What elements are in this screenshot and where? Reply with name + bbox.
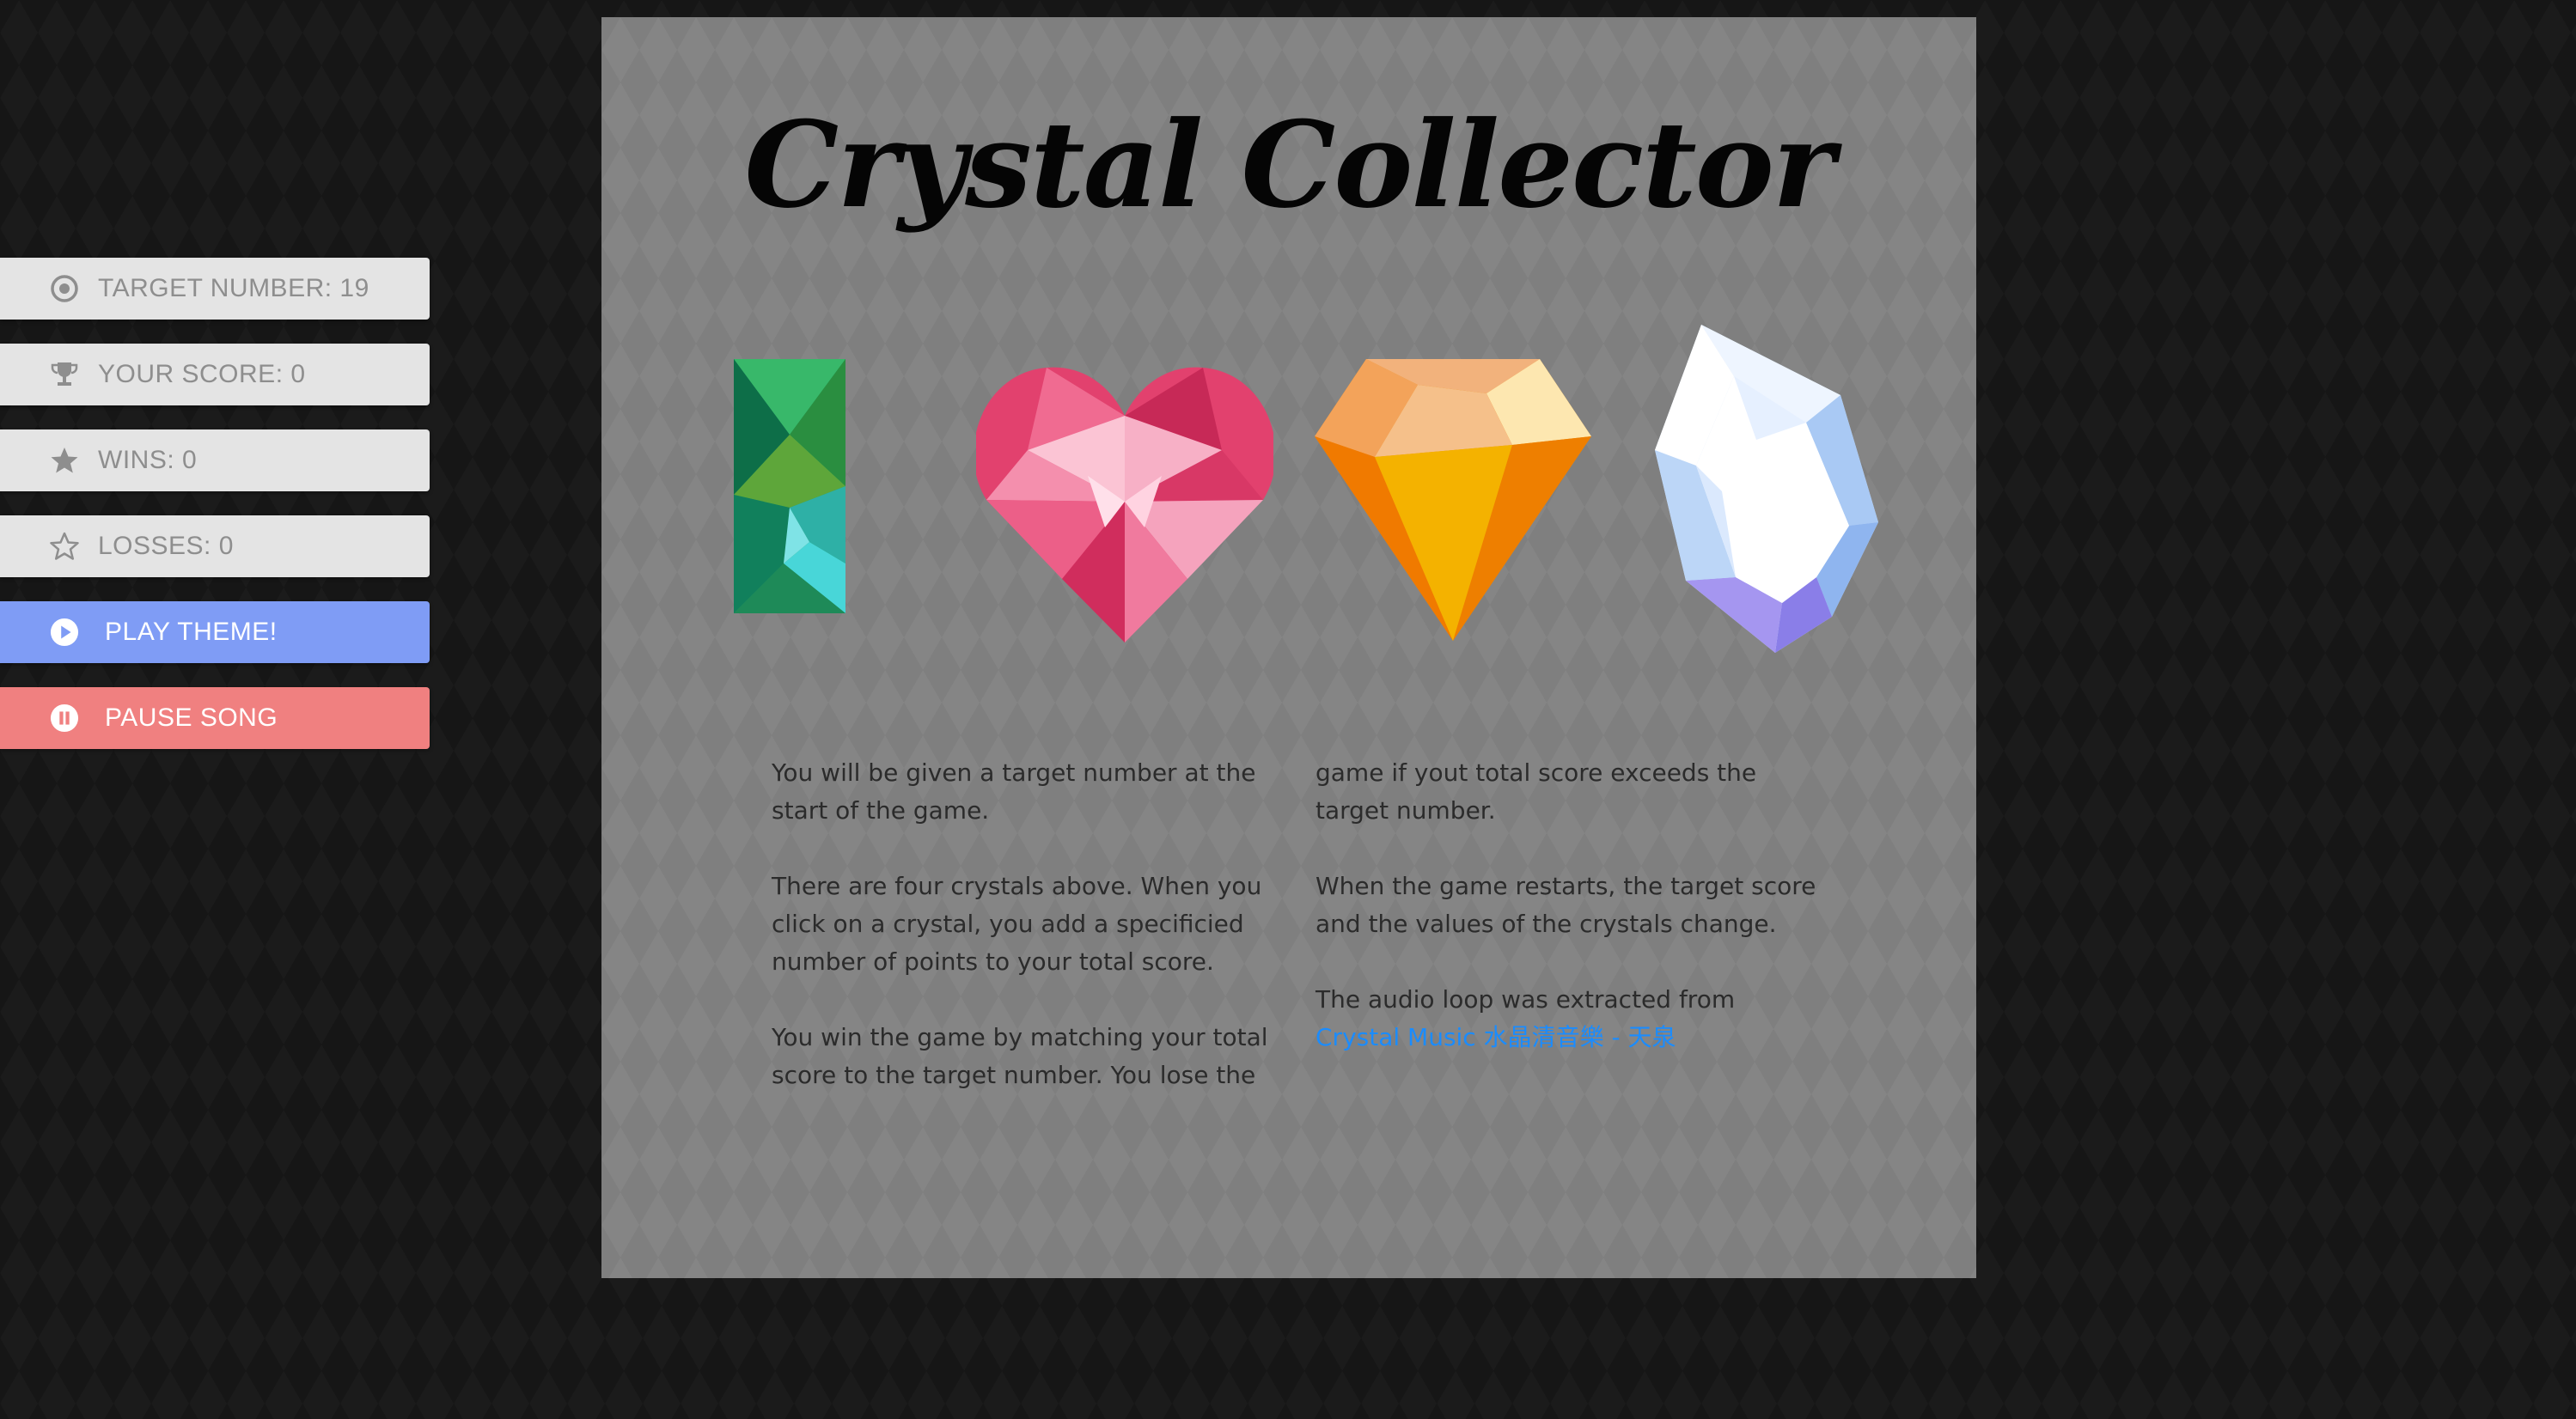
orange-diamond-crystal[interactable] (1315, 350, 1591, 646)
score-label: YOUR SCORE: 0 (98, 360, 306, 388)
wins-label: WINS: 0 (98, 446, 198, 474)
game-panel: Crystal Collector You will be given a ta… (601, 17, 1976, 1278)
audio-source-link[interactable]: Crystal Music 水晶清音樂 - 天泉 (1315, 1023, 1676, 1051)
score-display: YOUR SCORE: 0 (0, 344, 430, 405)
losses-label: LOSSES: 0 (98, 532, 234, 560)
target-number-display: TARGET NUMBER: 19 (0, 258, 430, 320)
audio-credit: The audio loop was extracted from Crysta… (1315, 981, 1820, 1057)
star-outline-icon (50, 532, 79, 561)
white-marquise-crystal[interactable] (1653, 320, 1880, 658)
trophy-icon (50, 360, 79, 389)
pause-song-label: PAUSE SONG (105, 703, 278, 732)
target-icon (50, 274, 79, 303)
play-icon (50, 618, 79, 647)
instruction-paragraph: There are four crystals above. When you … (772, 872, 1262, 976)
pause-song-button[interactable]: PAUSE SONG (0, 687, 430, 749)
game-title: Crystal Collector (744, 94, 1834, 234)
pink-heart-crystal[interactable] (974, 347, 1276, 648)
audio-credit-text: The audio loop was extracted from (1315, 985, 1736, 1014)
instruction-paragraph: When the game restarts, the target score… (1315, 872, 1816, 938)
losses-display: LOSSES: 0 (0, 515, 430, 577)
wins-display: WINS: 0 (0, 429, 430, 491)
play-theme-label: PLAY THEME! (105, 618, 278, 646)
instruction-paragraph: You will be given a target number at the… (772, 758, 1256, 825)
pause-icon (50, 703, 79, 733)
target-number-label: TARGET NUMBER: 19 (98, 274, 369, 302)
play-theme-button[interactable]: PLAY THEME! (0, 601, 430, 663)
star-filled-icon (50, 446, 79, 475)
green-crystal[interactable] (732, 357, 847, 618)
instructions: You will be given a target number at the… (772, 754, 1820, 1115)
